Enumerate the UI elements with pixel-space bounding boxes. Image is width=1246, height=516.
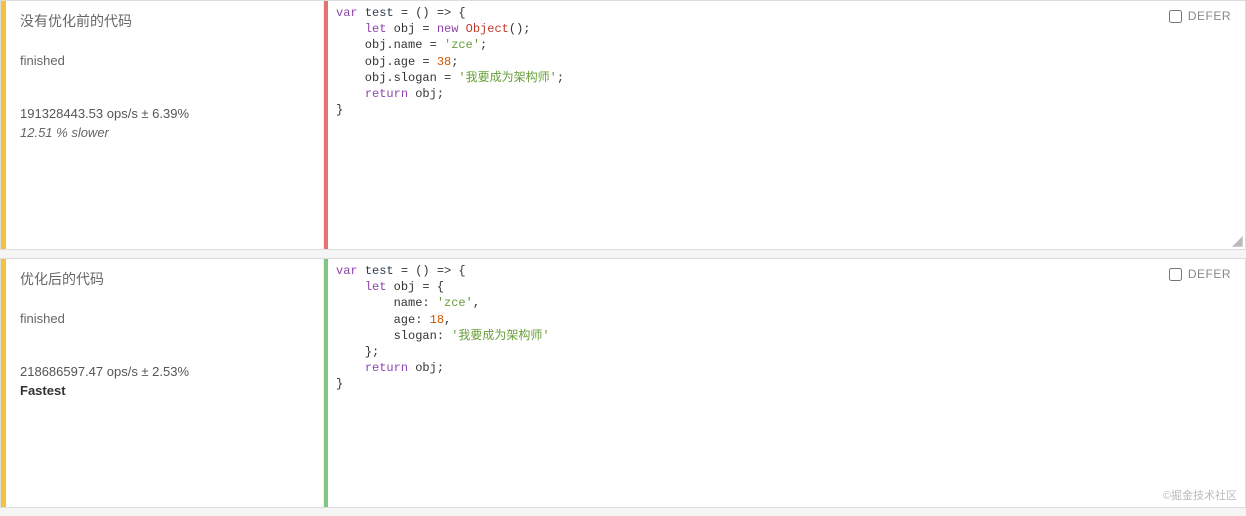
defer-checkbox[interactable] [1169, 10, 1182, 23]
code-editor[interactable]: var test = () => { let obj = new Object(… [328, 1, 1245, 249]
test-title[interactable]: 没有优化前的代码 [20, 11, 309, 31]
benchmark-test-row: 没有优化前的代码 finished 191328443.53 ops/s ± 6.3… [0, 0, 1246, 250]
test-info-panel: 优化后的代码 finished 218686597.47 ops/s ± 2.53%… [6, 259, 324, 507]
test-result: Fastest [20, 383, 309, 398]
defer-toggle[interactable]: DEFER [1169, 267, 1231, 281]
ops-per-second: 218686597.47 ops/s ± 2.53% [20, 364, 309, 379]
defer-label: DEFER [1188, 9, 1231, 23]
code-panel: var test = () => { let obj = new Object(… [324, 1, 1245, 249]
defer-label: DEFER [1188, 267, 1231, 281]
watermark: ©掘金技术社区 [1163, 487, 1237, 503]
defer-toggle[interactable]: DEFER [1169, 9, 1231, 23]
test-info-panel: 没有优化前的代码 finished 191328443.53 ops/s ± 6.3… [6, 1, 324, 249]
benchmark-test-row: 优化后的代码 finished 218686597.47 ops/s ± 2.53%… [0, 258, 1246, 508]
test-title[interactable]: 优化后的代码 [20, 269, 309, 289]
test-result: 12.51 % slower [20, 125, 309, 140]
code-editor[interactable]: var test = () => { let obj = { name: 'zc… [328, 259, 1245, 507]
test-status: finished [20, 53, 309, 68]
test-status: finished [20, 311, 309, 326]
defer-checkbox[interactable] [1169, 268, 1182, 281]
ops-per-second: 191328443.53 ops/s ± 6.39% [20, 106, 309, 121]
code-panel: var test = () => { let obj = { name: 'zc… [324, 259, 1245, 507]
